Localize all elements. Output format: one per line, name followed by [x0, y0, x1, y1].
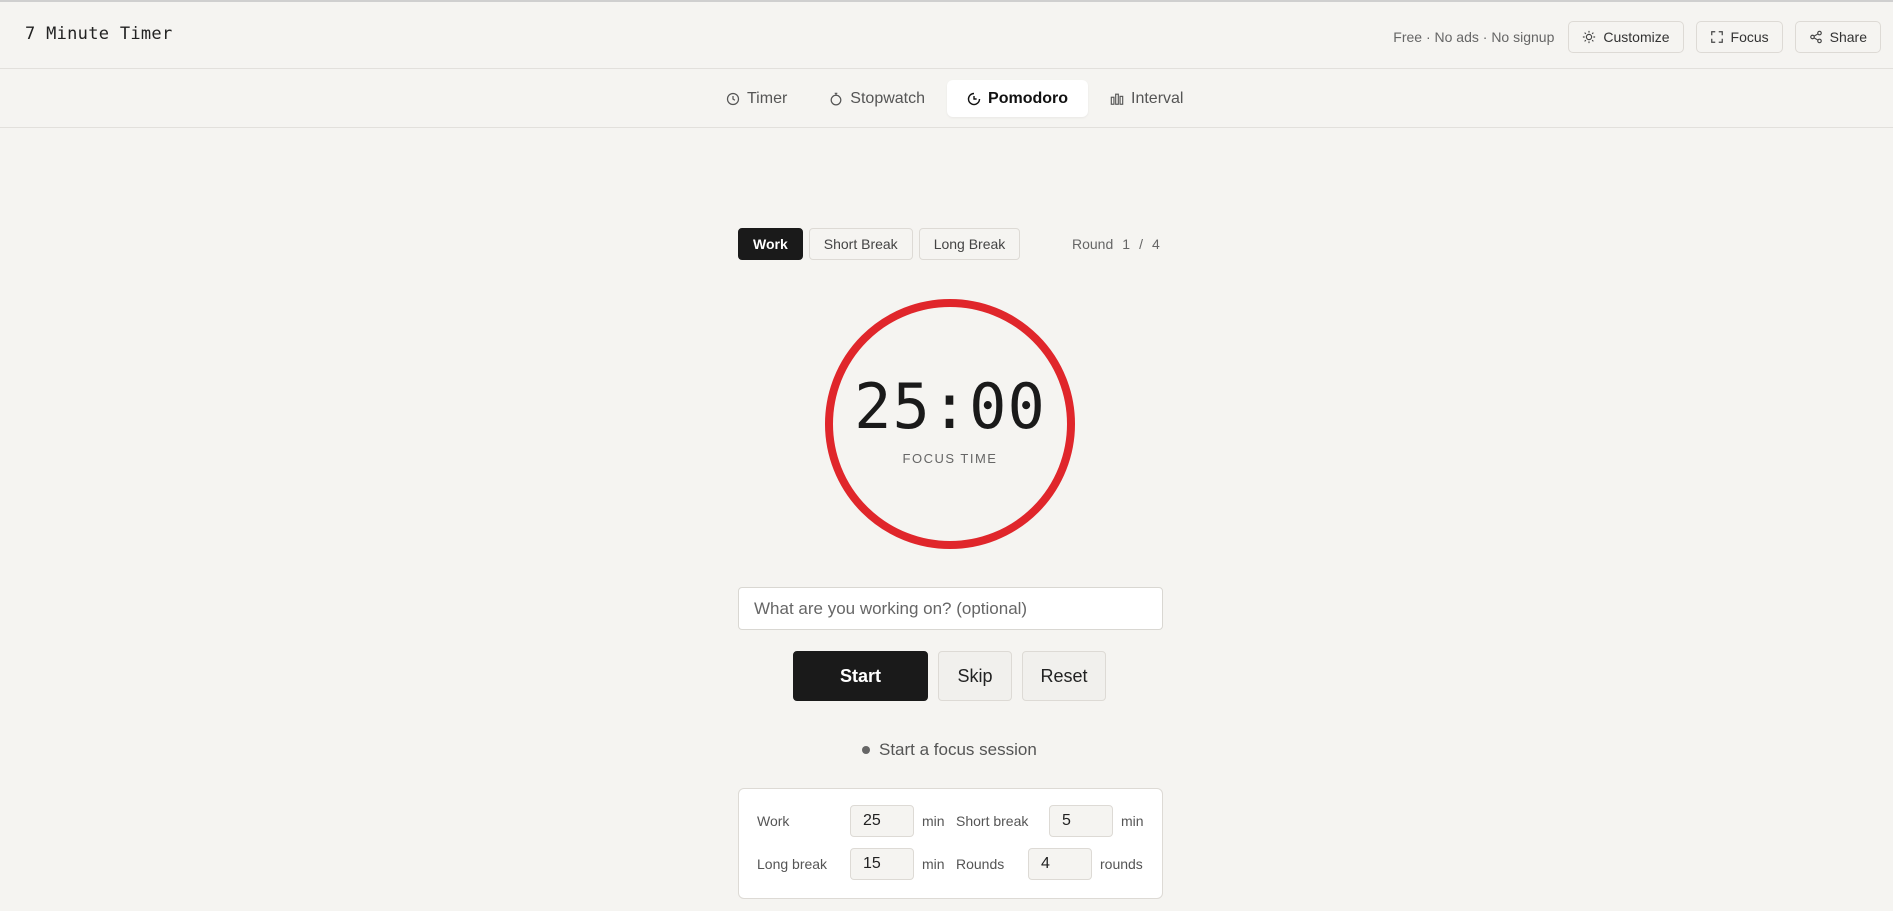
mode-short-break-button[interactable]: Short Break — [808, 228, 913, 260]
tab-pomodoro[interactable]: Pomodoro — [947, 80, 1089, 117]
task-input[interactable] — [738, 587, 1163, 630]
top-actions: Free · No ads · No signup Customize Focu… — [1393, 21, 1881, 53]
timer-display: 25:00 — [854, 370, 1046, 443]
rounds-label: Rounds — [956, 856, 1005, 872]
round-counter: Round 1 / 4 — [1072, 236, 1160, 252]
skip-button[interactable]: Skip — [938, 651, 1012, 701]
app-title[interactable]: 7 Minute Timer — [25, 24, 173, 44]
pomodoro-settings-panel: Work 25 min Short break 5 min Long break… — [738, 788, 1163, 899]
customize-button[interactable]: Customize — [1568, 21, 1684, 53]
stopwatch-icon — [830, 92, 842, 105]
timer-phase-label: FOCUS TIME — [902, 451, 998, 466]
top-bar: 7 Minute Timer Free · No ads · No signup… — [0, 0, 1893, 69]
long-break-input[interactable]: 15 — [850, 848, 914, 880]
share-icon — [1809, 30, 1822, 44]
work-duration-input[interactable]: 25 — [850, 805, 914, 837]
bar-chart-icon — [1110, 93, 1124, 105]
timer-controls: Start Skip Reset — [793, 651, 1106, 701]
clock-icon — [726, 92, 740, 105]
status-dot — [862, 746, 870, 754]
pomodoro-mode-switch: Work Short Break Long Break — [738, 228, 1021, 260]
round-current: 1 — [1122, 236, 1131, 252]
reset-button[interactable]: Reset — [1022, 651, 1106, 701]
rounds-unit: rounds — [1100, 856, 1143, 872]
expand-icon — [1710, 31, 1723, 43]
focus-label: Focus — [1730, 29, 1769, 45]
mode-tabs: Timer Stopwatch Pomodoro Interval — [706, 80, 1203, 117]
tab-label: Pomodoro — [988, 89, 1069, 107]
short-break-label: Short break — [956, 813, 1029, 829]
short-break-input[interactable]: 5 — [1049, 805, 1113, 837]
tagline: Free · No ads · No signup — [1393, 29, 1555, 45]
pomodoro-icon — [967, 92, 981, 105]
long-break-unit: min — [922, 856, 945, 872]
tab-label: Interval — [1131, 89, 1184, 107]
tab-timer[interactable]: Timer — [706, 80, 807, 117]
mode-long-break-button[interactable]: Long Break — [918, 228, 1021, 260]
work-duration-unit: min — [922, 813, 945, 829]
rounds-input[interactable]: 4 — [1028, 848, 1092, 880]
short-break-unit: min — [1121, 813, 1144, 829]
share-button[interactable]: Share — [1794, 21, 1881, 53]
work-duration-label: Work — [757, 813, 790, 829]
customize-label: Customize — [1603, 29, 1670, 45]
mode-work-button[interactable]: Work — [738, 228, 803, 260]
round-total: 4 — [1151, 236, 1160, 252]
sun-icon — [1583, 30, 1596, 44]
status-text: Start a focus session — [879, 740, 1037, 759]
session-status: Start a focus session — [862, 740, 1037, 760]
long-break-label: Long break — [757, 856, 828, 872]
round-separator: / — [1139, 236, 1143, 252]
tab-label: Timer — [747, 89, 788, 107]
share-label: Share — [1829, 29, 1867, 45]
tab-stopwatch[interactable]: Stopwatch — [809, 80, 945, 117]
focus-button[interactable]: Focus — [1695, 21, 1783, 53]
tab-label: Stopwatch — [850, 89, 926, 107]
tab-interval[interactable]: Interval — [1090, 80, 1203, 117]
mode-tabs-bar: Timer Stopwatch Pomodoro Interval — [0, 69, 1893, 128]
start-button[interactable]: Start — [793, 651, 928, 701]
round-label: Round — [1072, 236, 1114, 252]
